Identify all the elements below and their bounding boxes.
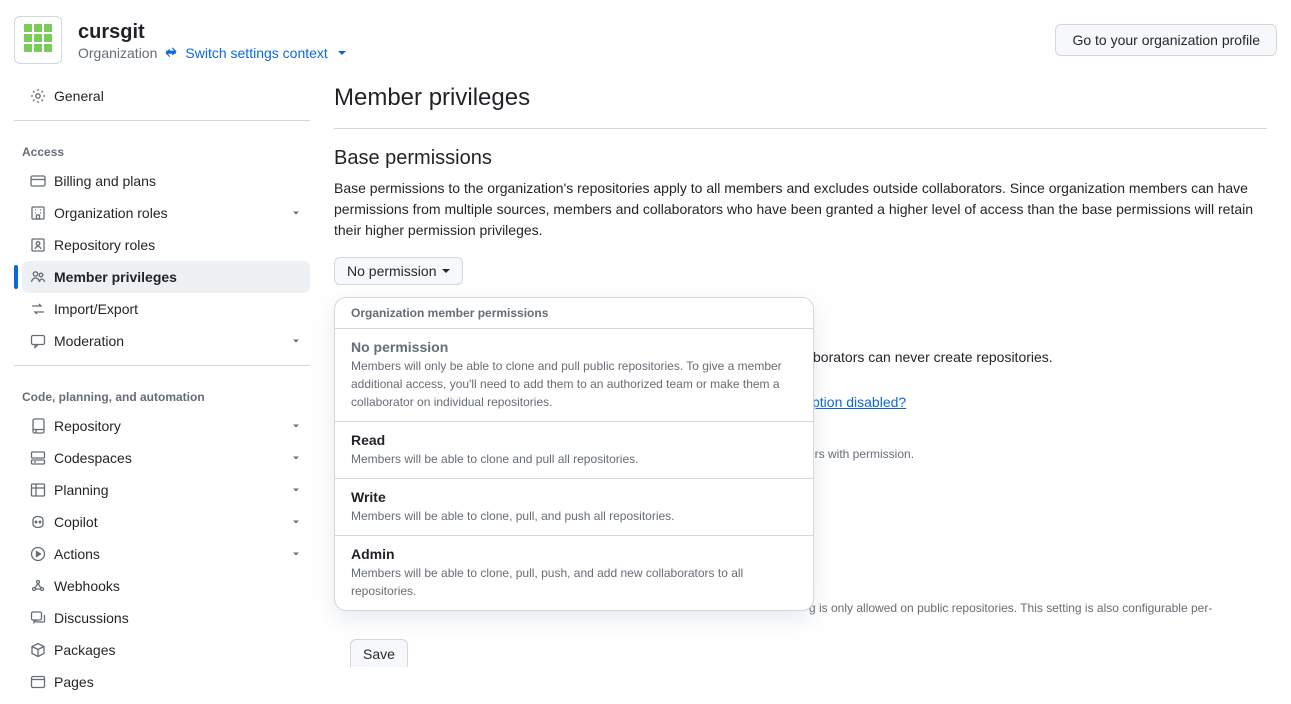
sidebar-group-access: Access <box>14 129 310 165</box>
switch-icon <box>163 45 179 61</box>
sidebar-item-planning[interactable]: Planning <box>22 474 310 506</box>
id-badge-icon <box>30 237 46 253</box>
chevron-down-icon <box>290 335 302 347</box>
sidebar-item-actions[interactable]: Actions <box>22 538 310 570</box>
sidebar-item-repository[interactable]: Repository <box>22 410 310 442</box>
sidebar-item-pages[interactable]: Pages <box>22 666 310 698</box>
sidebar-item-label: Codespaces <box>54 450 132 466</box>
sidebar-item-codespaces[interactable]: Codespaces <box>22 442 310 474</box>
chevron-down-icon <box>290 548 302 560</box>
organization-icon <box>30 205 46 221</box>
sidebar-item-label: Member privileges <box>54 269 177 285</box>
dropdown-option-no-permission[interactable]: No permission Members will only be able … <box>335 328 813 421</box>
sidebar-item-label: Actions <box>54 546 100 562</box>
discussion-icon <box>30 610 46 626</box>
save-button[interactable]: Save <box>350 639 408 667</box>
codespaces-icon <box>30 450 46 466</box>
chevron-down-icon <box>290 484 302 496</box>
sidebar-item-label: Import/Export <box>54 301 138 317</box>
sidebar-item-webhooks[interactable]: Webhooks <box>22 570 310 602</box>
package-icon <box>30 642 46 658</box>
avatar <box>14 16 62 64</box>
sidebar-item-moderation[interactable]: Moderation <box>22 325 310 357</box>
sidebar-group-code: Code, planning, and automation <box>14 374 310 410</box>
dropdown-header: Organization member permissions <box>335 298 813 328</box>
sidebar-item-label: Repository roles <box>54 237 155 253</box>
chevron-down-icon <box>290 420 302 432</box>
switch-context-link[interactable]: Switch settings context <box>185 45 345 61</box>
comment-icon <box>30 333 46 349</box>
copilot-icon <box>30 514 46 530</box>
sidebar-item-billing[interactable]: Billing and plans <box>22 165 310 197</box>
chevron-down-icon <box>290 516 302 528</box>
sidebar-item-repo-roles[interactable]: Repository roles <box>22 229 310 261</box>
people-icon <box>30 269 46 285</box>
sidebar-item-label: Repository <box>54 418 121 434</box>
sidebar-item-label: General <box>54 88 104 104</box>
credit-card-icon <box>30 173 46 189</box>
sidebar-item-import-export[interactable]: Import/Export <box>22 293 310 325</box>
sidebar-item-label: Pages <box>54 674 94 690</box>
base-permissions-title: Base permissions <box>334 147 1267 170</box>
arrow-switch-icon <box>30 301 46 317</box>
chevron-down-icon <box>290 452 302 464</box>
play-icon <box>30 546 46 562</box>
page-title: Member privileges <box>334 84 1267 120</box>
goto-profile-button[interactable]: Go to your organization profile <box>1055 24 1277 56</box>
sidebar: General Access Billing and plans Organiz… <box>14 80 310 698</box>
sidebar-item-discussions[interactable]: Discussions <box>22 602 310 634</box>
webhook-icon <box>30 578 46 594</box>
org-name: cursgit <box>78 20 346 45</box>
repo-icon <box>30 418 46 434</box>
main-content: Member privileges Base permissions Base … <box>334 80 1277 698</box>
sidebar-item-label: Billing and plans <box>54 173 156 189</box>
sidebar-item-general[interactable]: General <box>22 80 310 112</box>
permission-dropdown-menu: Organization member permissions No permi… <box>334 297 814 611</box>
sidebar-item-org-roles[interactable]: Organization roles <box>22 197 310 229</box>
browser-icon <box>30 674 46 690</box>
sidebar-item-label: Packages <box>54 642 115 658</box>
caret-down-icon <box>338 51 346 55</box>
dropdown-option-admin[interactable]: Admin Members will be able to clone, pul… <box>335 535 813 610</box>
table-icon <box>30 482 46 498</box>
org-header: cursgit Organization Switch settings con… <box>14 0 1277 80</box>
bg-link-option-disabled[interactable]: ption disabled? <box>812 394 906 410</box>
sidebar-item-label: Webhooks <box>54 578 120 594</box>
dropdown-option-read[interactable]: Read Members will be able to clone and p… <box>335 421 813 478</box>
sidebar-item-label: Copilot <box>54 514 98 530</box>
sidebar-item-member-privileges[interactable]: Member privileges <box>22 261 310 293</box>
sidebar-item-packages[interactable]: Packages <box>22 634 310 666</box>
caret-down-icon <box>442 269 450 273</box>
chevron-down-icon <box>290 207 302 219</box>
sidebar-item-label: Organization roles <box>54 205 168 221</box>
sidebar-item-label: Moderation <box>54 333 124 349</box>
sidebar-item-label: Planning <box>54 482 109 498</box>
org-type-label: Organization <box>78 45 157 61</box>
sidebar-item-copilot[interactable]: Copilot <box>22 506 310 538</box>
sidebar-item-label: Discussions <box>54 610 129 626</box>
gear-icon <box>30 88 46 104</box>
base-permissions-desc: Base permissions to the organization's r… <box>334 178 1267 241</box>
base-permission-dropdown[interactable]: No permission <box>334 257 463 285</box>
dropdown-option-write[interactable]: Write Members will be able to clone, pul… <box>335 478 813 535</box>
